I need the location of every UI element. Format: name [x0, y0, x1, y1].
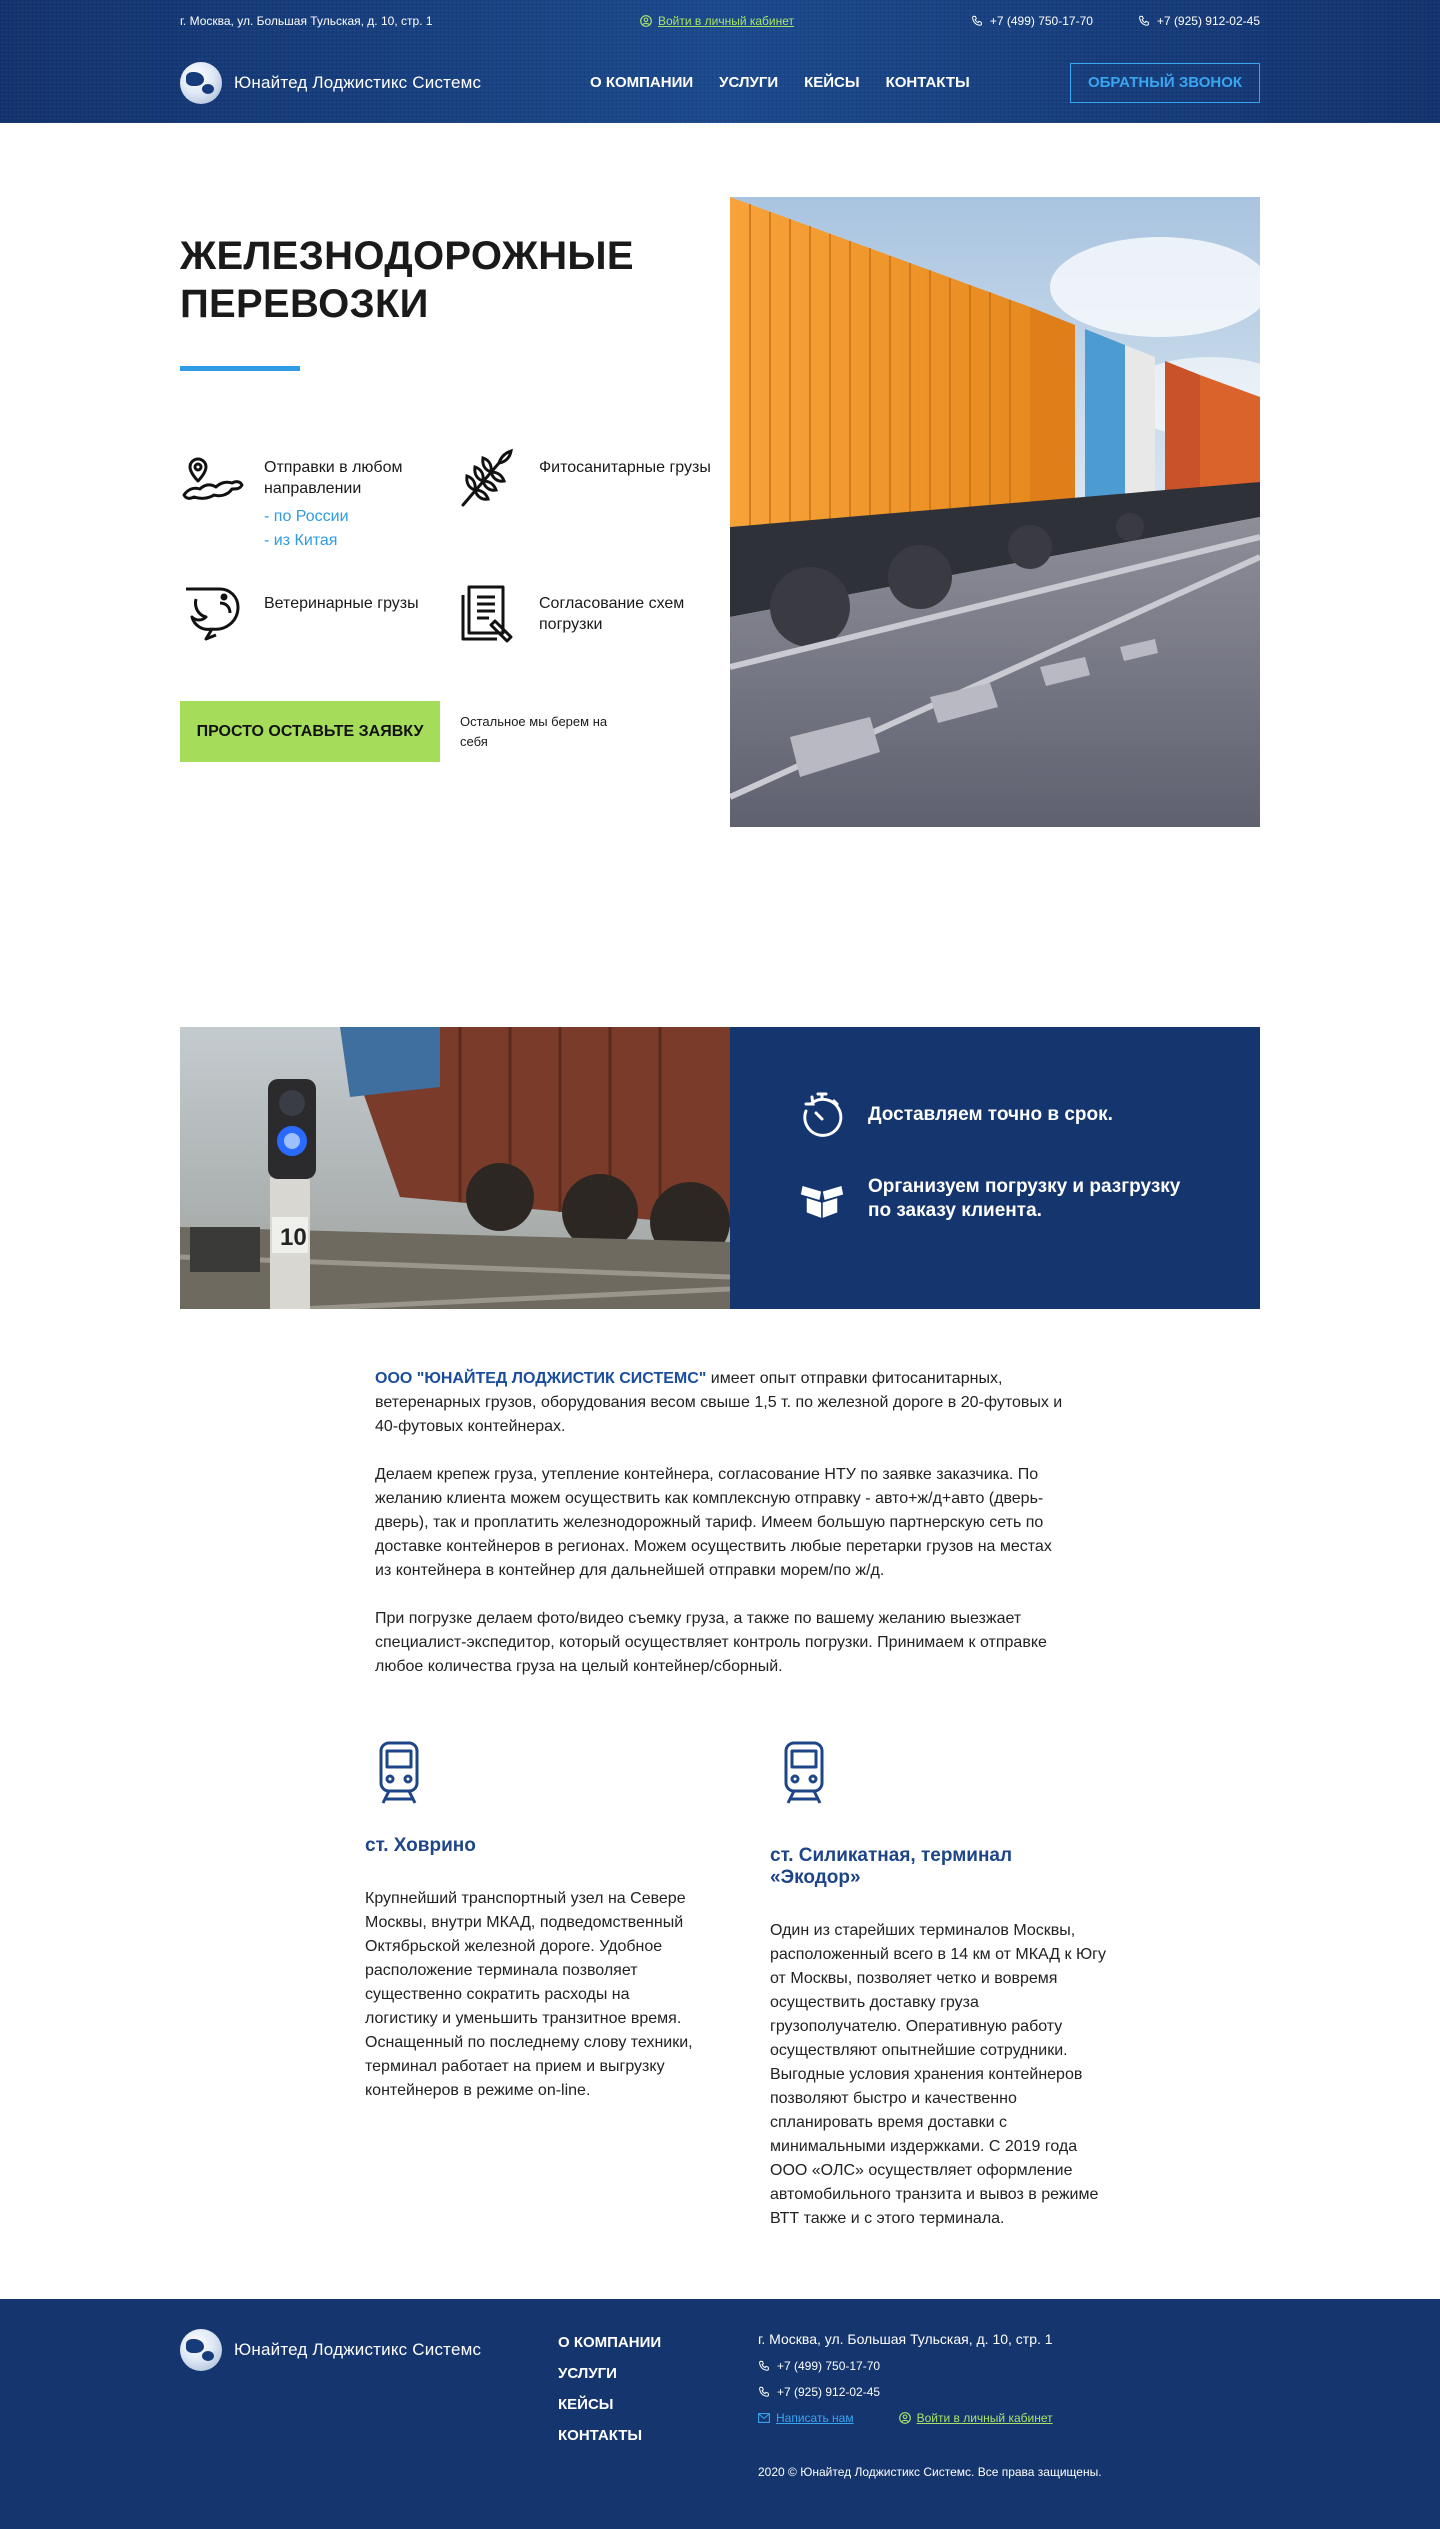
documents-icon — [461, 585, 513, 643]
terminal-silikatnaya: ст. Силикатная, терминал «Экодор» Один и… — [720, 1739, 1106, 2299]
train-icon — [379, 1741, 419, 1804]
cabinet-link-label: Войти в личный кабинет — [658, 14, 795, 28]
logo[interactable]: Юнайтед Лоджистикс Системс — [180, 61, 590, 104]
feature-schemes-label: Согласование схем погрузки — [539, 595, 685, 633]
menu-item-contacts[interactable]: КОНТАКТЫ — [886, 74, 970, 91]
train-containers-photo — [730, 197, 1260, 827]
feature-sub-russia: - по России — [264, 508, 349, 525]
advantage-on-time: Доставляем точно в срок. — [798, 1091, 1260, 1139]
footer-address: г. Москва, ул. Большая Тульская, д. 10, … — [758, 2331, 1053, 2347]
footer-phone-2-label: +7 (925) 912-02-45 — [777, 2385, 881, 2399]
description-paragraph-1: ООО "ЮНАЙТЕД ЛОДЖИСТИК СИСТЕМС" имеет оп… — [375, 1367, 1065, 1439]
footer-links: Написать нам Войти в личный кабинет — [758, 2411, 1102, 2425]
mail-icon — [758, 2413, 770, 2423]
stopwatch-icon — [803, 1092, 843, 1137]
feature-phyto-label: Фитосанитарные грузы — [539, 459, 711, 476]
advantage-loading-label: Организуем погрузку и разгрузку по заказ… — [868, 1176, 1181, 1221]
user-circle-icon — [898, 2412, 911, 2424]
railway-signal-photo: 10 — [180, 1027, 730, 1309]
header-phone-1-label: +7 (499) 750-17-70 — [989, 14, 1093, 28]
cta-note: Остальное мы берем на себя — [460, 713, 608, 749]
site-footer: Юнайтед Лоджистикс Системс О КОМПАНИИ УС… — [0, 2299, 1440, 2529]
features-grid: Отправки в любом направлении - по России… — [180, 445, 730, 645]
phone-icon — [971, 15, 982, 26]
feature-vet-label: Ветеринарные грузы — [264, 595, 419, 612]
open-box-icon — [799, 1184, 845, 1220]
header-phone-2-label: +7 (925) 912-02-45 — [1156, 14, 1260, 28]
menu-item-about[interactable]: О КОМПАНИИ — [590, 74, 693, 91]
feature-phyto: Фитосанитарные грузы — [455, 445, 730, 553]
feature-schemes: Согласование схем погрузки — [455, 581, 730, 645]
globe-logo-icon — [180, 2329, 222, 2371]
advantage-loading: Организуем погрузку и разгрузку по заказ… — [798, 1175, 1260, 1223]
hero-section: ЖЕЛЕЗНОДОРОЖНЫЕ ПЕРЕВОЗКИ Отправки в люб… — [0, 123, 1440, 1027]
leave-request-button[interactable]: ПРОСТО ОСТАВЬТЕ ЗАЯВКУ — [180, 701, 440, 762]
user-circle-icon — [640, 15, 652, 27]
footer-menu-services[interactable]: УСЛУГИ — [558, 2365, 758, 2382]
callback-button[interactable]: ОБРАТНЫЙ ЗВОНОК — [1070, 62, 1260, 103]
main-menu: О КОМПАНИИ УСЛУГИ КЕЙСЫ КОНТАКТЫ — [590, 74, 970, 91]
description-paragraph-2: Делаем крепеж груза, утепление контейнер… — [375, 1466, 1052, 1579]
terminal-khovrino: ст. Ховрино Крупнейший транспортный узел… — [335, 1739, 720, 2299]
title-underline — [180, 366, 300, 371]
footer-menu-contacts[interactable]: КОНТАКТЫ — [558, 2427, 758, 2444]
advantage-on-time-label: Доставляем точно в срок. — [868, 1104, 1113, 1125]
footer-phone-1-label: +7 (499) 750-17-70 — [777, 2359, 881, 2373]
terminal-silikatnaya-text: Один из старейших терминалов Москвы, рас… — [770, 1922, 1106, 2227]
cta-block: ПРОСТО ОСТАВЬТЕ ЗАЯВКУ Остальное мы бере… — [180, 701, 730, 762]
top-bar: г. Москва, ул. Большая Тульская, д. 10, … — [180, 0, 1260, 42]
logo-text: Юнайтед Лоджистикс Системс — [234, 72, 482, 92]
cabinet-link[interactable]: Войти в личный кабинет — [640, 14, 970, 28]
nav-bar: Юнайтед Лоджистикс Системс О КОМПАНИИ УС… — [180, 42, 1260, 123]
footer-logo-text: Юнайтед Лоджистикс Системс — [234, 2340, 482, 2359]
header-phone-2[interactable]: +7 (925) 912-02-45 — [1138, 14, 1260, 28]
terminal-silikatnaya-title: ст. Силикатная, терминал «Экодор» — [770, 1845, 1013, 1888]
description-paragraph-3: При погрузке делаем фото/видео съемку гр… — [375, 1610, 1047, 1675]
shrimp-icon — [186, 587, 240, 641]
terminal-khovrino-text: Крупнейший транспортный узел на Севере М… — [365, 1890, 693, 2099]
feature-directions: Отправки в любом направлении - по России… — [180, 445, 455, 553]
header-phone-1[interactable]: +7 (499) 750-17-70 — [971, 14, 1093, 28]
footer-menu-cases[interactable]: КЕЙСЫ — [558, 2396, 758, 2413]
footer-menu: О КОМПАНИИ УСЛУГИ КЕЙСЫ КОНТАКТЫ — [558, 2329, 758, 2479]
terminals-section: ст. Ховрино Крупнейший транспортный узел… — [335, 1739, 1106, 2299]
phone-icon — [759, 2386, 770, 2397]
advantages-banner: 10 Доставляем точно в срок. Организуем п… — [180, 1027, 1260, 1309]
phone-icon — [1139, 15, 1149, 26]
advantages-panel: Доставляем точно в срок. Организуем погр… — [730, 1027, 1260, 1309]
footer-logo[interactable]: Юнайтед Лоджистикс Системс — [180, 2329, 558, 2371]
map-pin-icon — [182, 457, 244, 500]
page-title: ЖЕЛЕЗНОДОРОЖНЫЕ ПЕРЕВОЗКИ — [180, 234, 634, 326]
footer-cabinet-label: Войти в личный кабинет — [916, 2411, 1053, 2425]
menu-item-cases[interactable]: КЕЙСЫ — [804, 74, 859, 91]
footer-phone-2[interactable]: +7 (925) 912-02-45 — [758, 2385, 1102, 2399]
write-us-label: Написать нам — [776, 2411, 854, 2425]
signal-number: 10 — [280, 1224, 307, 1251]
train-icon — [784, 1741, 824, 1804]
footer-phone-1[interactable]: +7 (499) 750-17-70 — [758, 2359, 1102, 2373]
site-header: г. Москва, ул. Большая Тульская, д. 10, … — [0, 0, 1440, 123]
footer-menu-about[interactable]: О КОМПАНИИ — [558, 2334, 758, 2351]
feature-directions-label: Отправки в любом направлении — [264, 459, 403, 497]
footer-contacts: г. Москва, ул. Большая Тульская, д. 10, … — [758, 2329, 1102, 2479]
feature-sub-china: - из Китая — [264, 532, 338, 549]
feature-vet: Ветеринарные грузы — [180, 581, 455, 645]
terminal-khovrino-title: ст. Ховрино — [365, 1835, 476, 1856]
footer-cabinet-link[interactable]: Войти в личный кабинет — [898, 2411, 1053, 2425]
header-address: г. Москва, ул. Большая Тульская, д. 10, … — [180, 14, 433, 28]
company-description: ООО "ЮНАЙТЕД ЛОДЖИСТИК СИСТЕМС" имеет оп… — [375, 1367, 1065, 1679]
copyright: 2020 © Юнайтед Лоджистикс Системс. Все п… — [758, 2465, 1102, 2479]
globe-logo-icon — [180, 61, 222, 104]
write-us-link[interactable]: Написать нам — [758, 2411, 854, 2425]
phone-icon — [759, 2360, 770, 2371]
menu-item-services[interactable]: УСЛУГИ — [719, 74, 778, 91]
company-name: ООО "ЮНАЙТЕД ЛОДЖИСТИК СИСТЕМС" — [375, 1370, 707, 1387]
wheat-icon — [461, 448, 513, 507]
